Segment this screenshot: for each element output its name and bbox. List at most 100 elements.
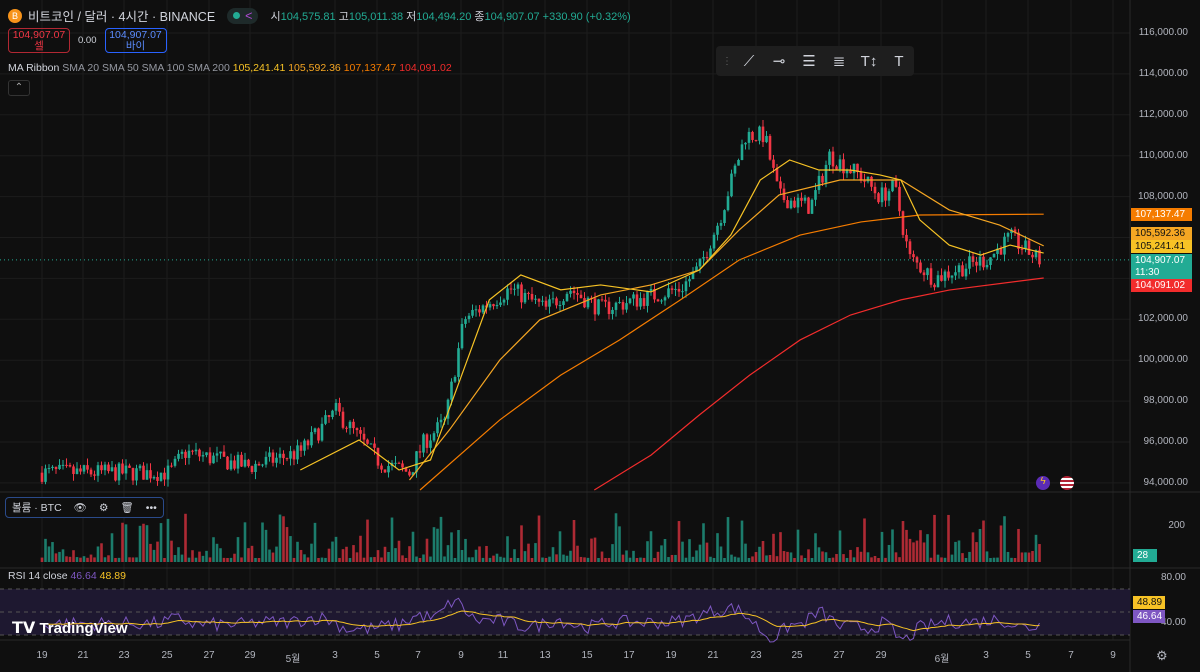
rsi-value-tag: 46.64	[1133, 610, 1165, 623]
volume-bar	[282, 516, 285, 562]
candle-body	[530, 293, 534, 300]
ma-ribbon-legend[interactable]: MA Ribbon SMA 20 SMA 50 SMA 100 SMA 200 …	[8, 62, 452, 74]
time-axis-label: 3	[983, 650, 989, 661]
volume-bar	[170, 540, 173, 562]
volume-bar	[506, 536, 509, 562]
candle-body	[327, 415, 331, 418]
candle-body	[306, 440, 310, 446]
candle-body	[866, 176, 870, 182]
time-axis-label: 17	[623, 650, 635, 661]
volume-bar	[128, 557, 131, 562]
rsi-legend[interactable]: RSI 14 close 46.64 48.89	[8, 570, 126, 582]
volume-bar	[971, 532, 975, 562]
volume-bar	[149, 543, 152, 562]
settings-icon[interactable]: ⚙	[99, 502, 108, 514]
candle-body	[373, 443, 376, 448]
volume-bar	[758, 546, 761, 562]
volume-bar	[856, 547, 859, 562]
time-axis-label: 23	[118, 650, 130, 661]
volume-bar	[838, 530, 842, 562]
event-lightning-icon[interactable]: ϟ	[1036, 476, 1050, 490]
candle-body	[737, 159, 740, 166]
volume-bar	[131, 557, 135, 562]
volume-bar	[51, 542, 54, 562]
candle-body	[418, 451, 422, 453]
volume-bar	[649, 531, 653, 562]
candle-body	[194, 449, 198, 452]
volume-bar	[901, 521, 905, 562]
us-economic-event-icon[interactable]	[1060, 476, 1074, 490]
tradingview-logo[interactable]: 𝗧𝗩 TradingView	[12, 618, 128, 638]
volume-bar	[737, 557, 740, 562]
market-status[interactable]: <	[227, 7, 259, 24]
bitcoin-icon: B	[8, 8, 22, 23]
volume-bar	[222, 557, 226, 562]
volume-bar	[75, 557, 79, 562]
collapse-legend-button[interactable]: ⌃	[8, 80, 30, 96]
horizontal-ray-icon[interactable]: ⊸	[768, 52, 790, 70]
chart-settings-icon[interactable]: ⚙	[1156, 648, 1168, 664]
volume-bar	[275, 546, 278, 562]
volume-bar	[110, 533, 114, 562]
candle-body	[681, 291, 684, 293]
volume-bar	[411, 531, 415, 562]
volume-bar	[394, 548, 397, 562]
buy-button[interactable]: 104,907.07 바이	[104, 28, 167, 53]
volume-bar	[173, 555, 177, 562]
text-size-icon[interactable]: T↕	[858, 53, 880, 70]
volume-bar	[761, 541, 765, 562]
price-axis-label: 96,000.00	[1143, 436, 1189, 447]
candle-body	[394, 462, 397, 464]
volume-bar	[884, 557, 887, 562]
volume-bar	[425, 538, 429, 562]
candle-body	[898, 186, 901, 212]
candle-body	[922, 272, 926, 276]
volume-bar	[691, 556, 695, 562]
candle-body	[296, 445, 299, 460]
volume-bar	[338, 557, 341, 562]
trend-line-icon[interactable]: ⟋	[738, 53, 760, 70]
volume-bar	[999, 525, 1003, 562]
volume-bar	[915, 540, 919, 562]
volume-bar	[754, 552, 758, 562]
candle-body	[47, 467, 51, 469]
volume-bar	[954, 541, 957, 562]
candle-body	[278, 453, 282, 458]
candle-body	[352, 421, 355, 429]
symbol-title[interactable]: 비트코인 / 달러 · 4시간 · BINANCE	[28, 6, 215, 25]
volume-bar	[782, 551, 786, 562]
sell-button[interactable]: 104,907.07 셀	[8, 28, 70, 53]
candle-body	[989, 257, 992, 265]
candle-body	[376, 447, 380, 466]
candle-body	[642, 298, 646, 306]
candle-body	[761, 126, 765, 143]
volume-bar	[957, 540, 961, 562]
chart-canvas[interactable]	[0, 0, 1200, 672]
volume-bar	[926, 534, 929, 562]
parallel-channel-icon[interactable]: ☰	[798, 52, 820, 70]
volume-bar	[695, 550, 698, 562]
candle-body	[499, 302, 502, 305]
candle-body	[723, 210, 726, 224]
fib-retracement-icon[interactable]: ≣	[828, 52, 850, 70]
volume-bar	[604, 557, 607, 562]
volume-bar	[940, 557, 943, 562]
volume-bar	[327, 548, 331, 562]
candle-body	[89, 469, 93, 475]
market-open-icon	[233, 12, 241, 19]
candle-body	[870, 176, 873, 187]
volume-bar	[919, 530, 922, 562]
candle-body	[933, 284, 936, 288]
volume-bar	[929, 557, 933, 562]
candle-body	[124, 465, 128, 474]
volume-bar	[730, 554, 733, 562]
volume-bar	[628, 557, 632, 562]
volume-bar	[415, 556, 418, 562]
volume-bar	[135, 557, 138, 562]
volume-bar	[296, 541, 299, 562]
eye-icon[interactable]: 👁	[74, 501, 87, 514]
text-icon[interactable]: T	[888, 53, 910, 70]
drag-handle-icon[interactable]: ⋮	[722, 56, 732, 67]
more-icon[interactable]: •••	[146, 502, 157, 514]
trash-icon[interactable]: 🗑	[120, 501, 133, 514]
